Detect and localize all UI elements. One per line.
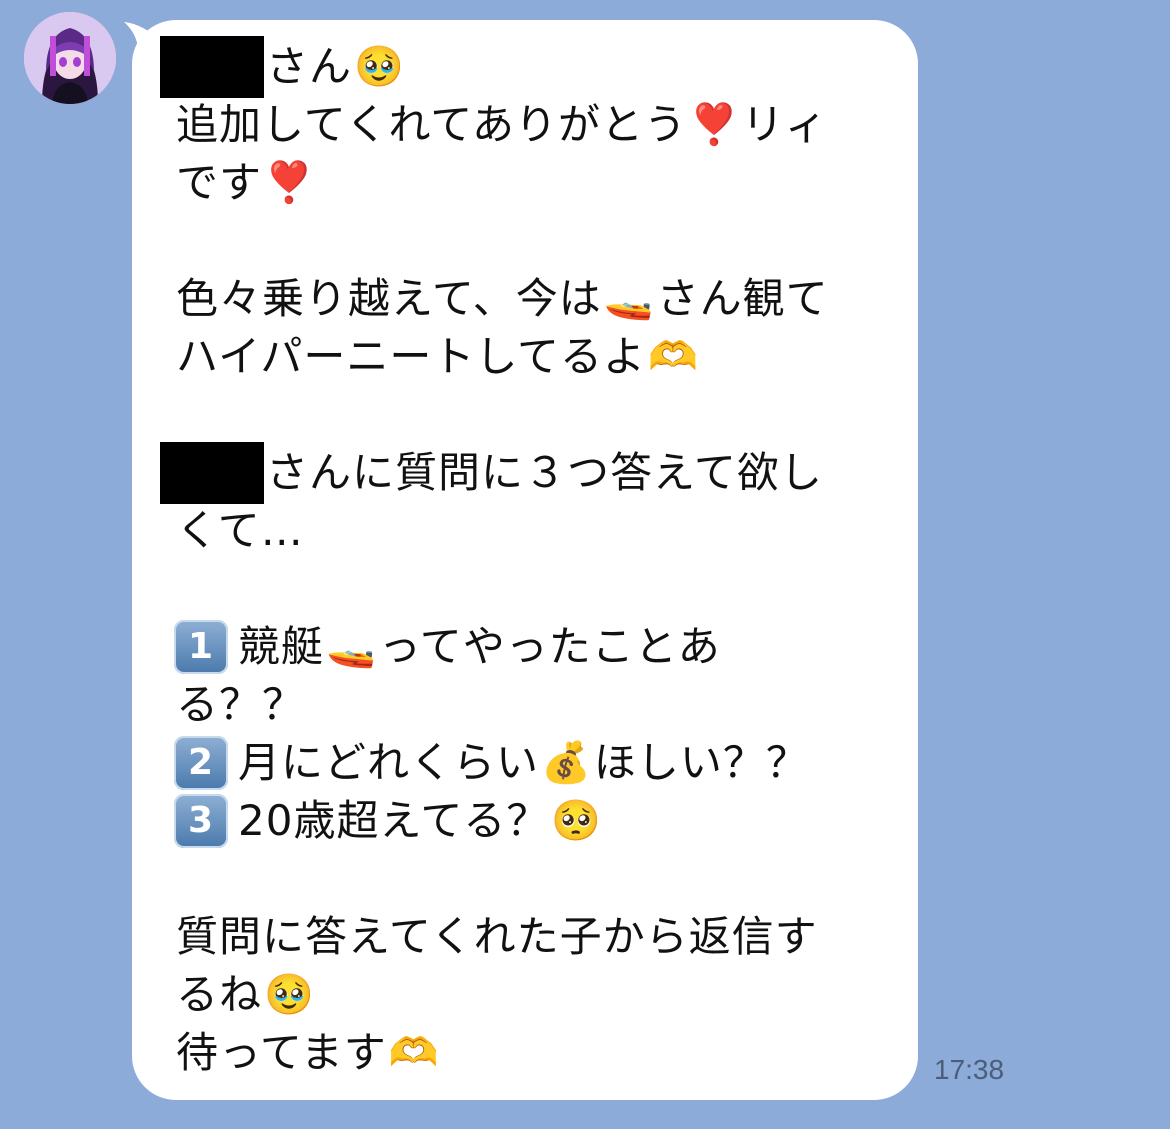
keycap-one-emoji-icon: 1 xyxy=(174,620,228,674)
message-line-3: です ❣️ xyxy=(176,158,315,207)
question-1-line-cont: る？？ xyxy=(176,680,306,729)
message-line-15: るね 🥹 xyxy=(176,970,315,1019)
message-line-16: 待ってます 🫶 xyxy=(176,1028,440,1077)
message-line-1: さん 🥹 xyxy=(160,36,894,98)
message-line-8: さんに質問に３つ答えて欲し xyxy=(160,442,894,504)
redacted-name xyxy=(160,442,264,504)
pleading-tears-emoji-icon: 🥹 xyxy=(264,972,315,1018)
speedboat-emoji-icon: 🚤 xyxy=(326,624,377,670)
message-timestamp: 17:38 xyxy=(934,1054,1005,1085)
money-bag-emoji-icon: 💰 xyxy=(541,740,592,786)
message-line-5: 色々乗り越えて、今は 🚤 さん観て xyxy=(176,274,829,323)
pleading-face-emoji-icon: 🥺 xyxy=(551,798,603,844)
message-line-2: 追加してくれてありがとう ❣️ リィ xyxy=(176,100,828,149)
heart-hands-emoji-icon: 🫶 xyxy=(388,1030,440,1076)
sender-avatar[interactable] xyxy=(24,12,116,104)
heart-exclamation-emoji-icon: ❣️ xyxy=(688,102,740,148)
keycap-two-emoji-icon: 2 xyxy=(174,736,228,790)
speedboat-emoji-icon: 🚤 xyxy=(603,276,655,322)
question-1-line: 1 競艇 🚤 ってやったことあ xyxy=(174,618,894,676)
message-line-9: くて… xyxy=(176,506,304,555)
keycap-three-emoji-icon: 3 xyxy=(174,794,228,848)
question-2-line: 2 月にどれくらい 💰 ほしい？？ xyxy=(174,734,894,792)
heart-exclamation-emoji-icon: ❣️ xyxy=(264,160,315,206)
heart-hands-emoji-icon: 🫶 xyxy=(648,334,699,380)
avatar-image xyxy=(24,12,116,104)
message-line-14: 質問に答えてくれた子から返信す xyxy=(176,912,818,961)
message-line-6: ハイパーニートしてるよ 🫶 xyxy=(176,332,699,381)
pleading-tears-emoji-icon: 🥹 xyxy=(354,44,405,90)
message-bubble[interactable]: さん 🥹 追加してくれてありがとう ❣️ リィ です ❣️ 色々乗り越えて、今は… xyxy=(132,20,918,1100)
redacted-name xyxy=(160,36,264,98)
question-3-line: 3 20歳超えてる？ 🥺 xyxy=(174,792,894,850)
